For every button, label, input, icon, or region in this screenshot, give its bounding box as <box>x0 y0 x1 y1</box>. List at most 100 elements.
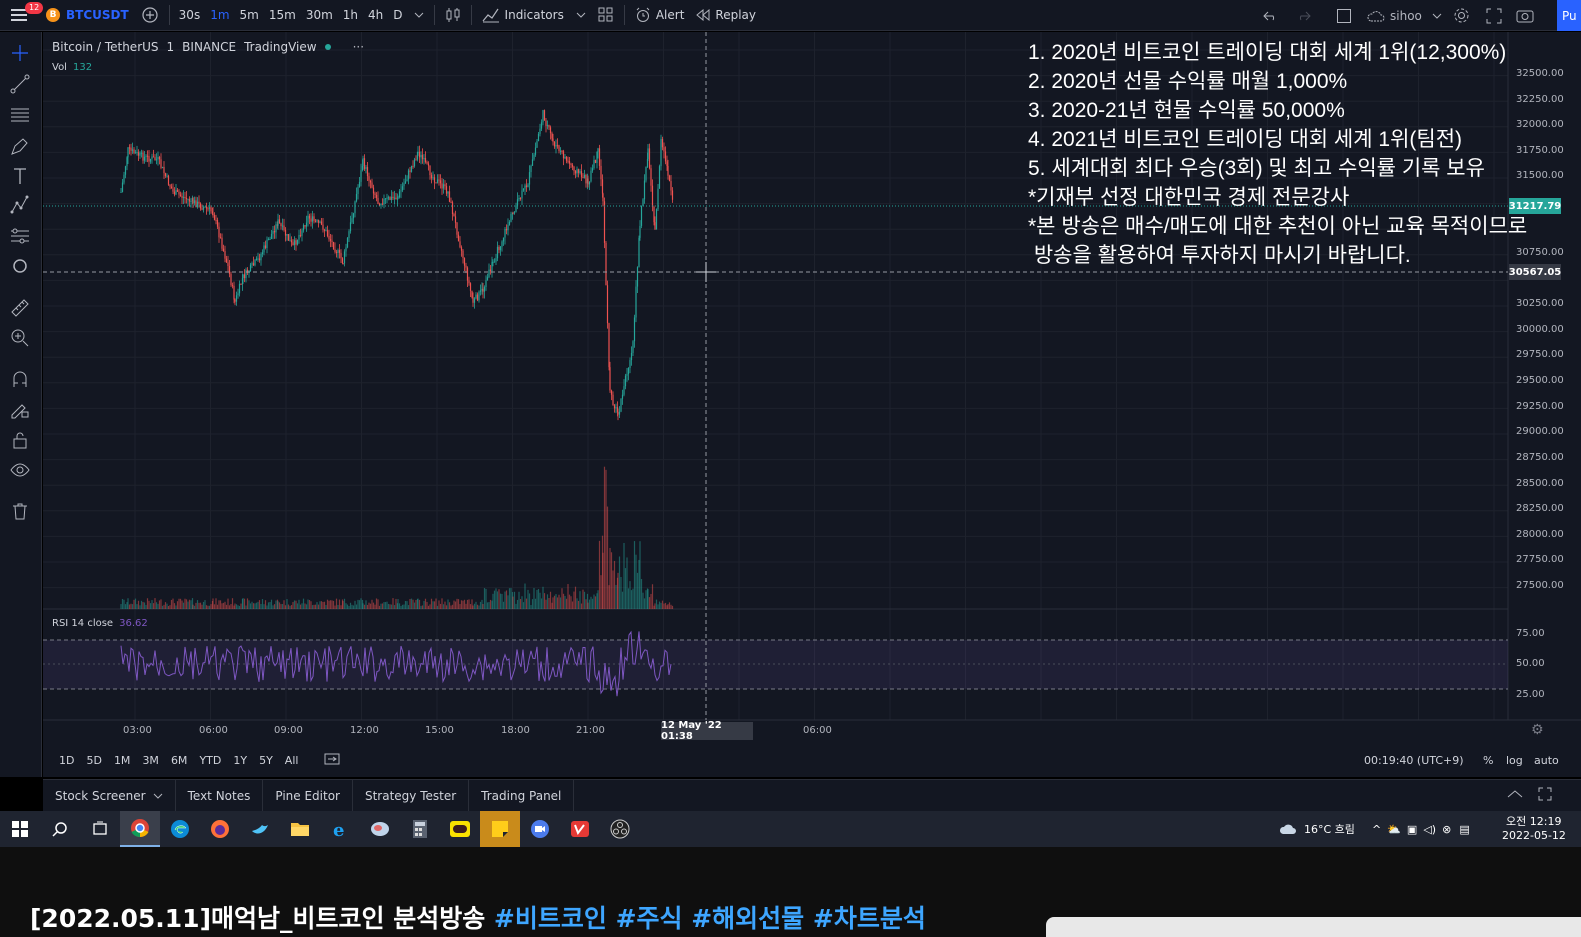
tab-stock-screener[interactable]: Stock Screener <box>43 779 176 812</box>
legend-more-button[interactable]: ··· <box>353 40 364 54</box>
range-3m[interactable]: 3M <box>136 754 165 767</box>
templates-button[interactable] <box>592 0 620 31</box>
app-blob[interactable] <box>360 811 400 847</box>
calculator-app[interactable] <box>400 811 440 847</box>
alert-button[interactable]: Alert <box>629 0 691 31</box>
replay-button[interactable]: Replay <box>690 0 762 31</box>
network-icon[interactable]: ▣ <box>1407 823 1417 836</box>
ie-app[interactable]: e <box>320 811 360 847</box>
fib-tool[interactable] <box>9 104 31 126</box>
symbol-search-button[interactable]: B BTCUSDT <box>40 0 135 31</box>
clock-display[interactable]: 00:19:40 (UTC+9) <box>1364 754 1464 767</box>
interval-5m[interactable]: 5m <box>235 0 264 31</box>
layout-menu[interactable]: sihoo <box>1366 0 1442 31</box>
auto-toggle[interactable]: auto <box>1534 754 1559 767</box>
volume-bar <box>663 603 665 609</box>
volume-icon[interactable]: ◁) <box>1423 823 1436 836</box>
tray-status-icon[interactable]: ⊗ <box>1442 823 1451 836</box>
file-explorer-app[interactable] <box>280 811 320 847</box>
axis-settings-button[interactable]: ⚙ <box>1531 722 1544 738</box>
chart-pane[interactable]: Bitcoin / TetherUS 1 BINANCE TradingView… <box>43 32 1581 777</box>
tab-trading-panel[interactable]: Trading Panel <box>469 779 575 812</box>
indicators-button[interactable]: Indicators <box>476 0 570 31</box>
range-1y[interactable]: 1Y <box>227 754 253 767</box>
meet-app[interactable] <box>520 811 560 847</box>
bird-app[interactable] <box>240 811 280 847</box>
range-5d[interactable]: 5D <box>80 754 107 767</box>
trend-line-icon <box>10 74 30 94</box>
start-button[interactable] <box>0 811 40 847</box>
candle-body <box>542 110 544 123</box>
range-6m[interactable]: 6M <box>165 754 194 767</box>
main-menu-button[interactable]: 12 <box>0 0 44 31</box>
task-view-button[interactable] <box>80 811 120 847</box>
text-tool[interactable] <box>9 165 31 187</box>
compare-button[interactable] <box>135 0 165 31</box>
search-button[interactable] <box>40 811 80 847</box>
goto-date-button[interactable] <box>318 752 346 769</box>
prediction-tool[interactable] <box>9 225 31 247</box>
stay-in-drawing-tool[interactable] <box>9 398 31 420</box>
range-1m[interactable]: 1M <box>108 754 137 767</box>
interval-15m[interactable]: 15m <box>264 0 301 31</box>
ime-icon[interactable]: ▤ <box>1459 823 1469 836</box>
tab-text-notes[interactable]: Text Notes <box>176 779 264 812</box>
fullscreen-button[interactable] <box>1486 0 1502 31</box>
magnet-tool[interactable] <box>9 368 31 390</box>
range-1d[interactable]: 1D <box>53 754 80 767</box>
maximize-panel-button[interactable] <box>1538 787 1552 804</box>
redo-button[interactable] <box>1295 0 1311 31</box>
kakaotalk-app[interactable] <box>440 811 480 847</box>
pattern-tool[interactable] <box>9 194 31 216</box>
crosshair-tool[interactable] <box>9 42 31 64</box>
tray-overflow-icon[interactable]: ^ <box>1372 823 1381 836</box>
candle-body <box>545 120 547 126</box>
log-toggle[interactable]: log <box>1506 754 1523 767</box>
tray-app-icon[interactable]: ⛅ <box>1387 823 1401 836</box>
lock-drawings-tool[interactable] <box>9 429 31 451</box>
tab-strategy-tester[interactable]: Strategy Tester <box>353 779 470 812</box>
red-app[interactable] <box>560 811 600 847</box>
measure-tool[interactable] <box>9 297 31 319</box>
candle-body <box>322 224 324 230</box>
chart-type-button[interactable] <box>439 0 467 31</box>
zoom-tool[interactable] <box>9 327 31 349</box>
settings-button[interactable] <box>1453 0 1470 31</box>
video-title[interactable]: [2022.05.11]매억남_비트코인 분석방송 #비트코인 #주식 #해외선… <box>30 899 926 935</box>
interval-30m[interactable]: 30m <box>301 0 338 31</box>
snapshot-button[interactable] <box>1516 0 1534 31</box>
trend-line-tool[interactable] <box>9 73 31 95</box>
interval-d[interactable]: D <box>388 0 407 31</box>
shapes-tool[interactable] <box>9 255 31 277</box>
candle-body <box>620 398 622 412</box>
range-ytd[interactable]: YTD <box>193 754 227 767</box>
interval-dropdown[interactable] <box>408 0 430 31</box>
interval-1h[interactable]: 1h <box>338 0 363 31</box>
sticky-notes-app[interactable] <box>480 811 520 847</box>
interval-1m[interactable]: 1m <box>205 0 234 31</box>
chrome-app[interactable] <box>120 811 160 847</box>
firefox-app[interactable] <box>200 811 240 847</box>
range-all[interactable]: All <box>279 754 305 767</box>
remove-drawings-tool[interactable] <box>9 500 31 522</box>
clock-widget[interactable]: 오전 12:19 2022-05-12 <box>1502 811 1566 847</box>
interval-4h[interactable]: 4h <box>363 0 388 31</box>
fullscreen-layout-button[interactable] <box>1336 0 1352 31</box>
weather-widget[interactable]: 16°C 흐림 <box>1278 811 1355 847</box>
collapse-panel-button[interactable] <box>1507 788 1523 802</box>
interval-30s[interactable]: 30s <box>174 0 206 31</box>
edge-app[interactable] <box>160 811 200 847</box>
video-hashtags[interactable]: #비트코인 #주식 #해외선물 #차트분석 <box>494 904 926 933</box>
candle-body <box>308 215 311 219</box>
brush-tool[interactable] <box>9 135 31 157</box>
obs-app[interactable] <box>600 811 640 847</box>
indicators-dropdown[interactable] <box>570 0 592 31</box>
publish-button[interactable]: Pu <box>1557 0 1581 31</box>
hide-drawings-tool[interactable] <box>9 459 31 481</box>
range-5y[interactable]: 5Y <box>253 754 279 767</box>
thumbnail-preview[interactable] <box>1046 917 1581 937</box>
candle-body <box>451 202 454 215</box>
undo-button[interactable] <box>1263 0 1279 31</box>
tab-pine-editor[interactable]: Pine Editor <box>263 779 353 812</box>
percent-toggle[interactable]: % <box>1483 754 1493 767</box>
